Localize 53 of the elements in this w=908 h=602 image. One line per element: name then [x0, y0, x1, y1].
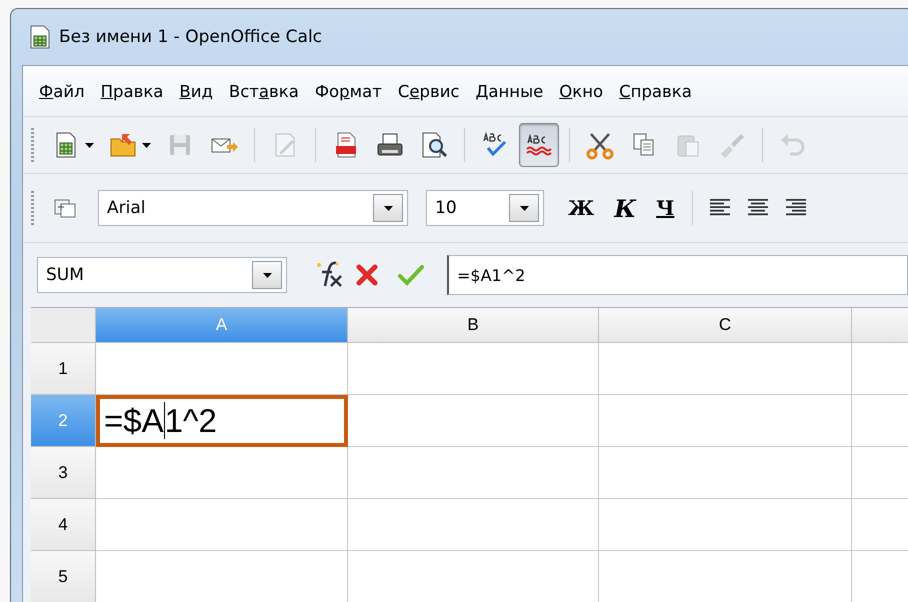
row-header[interactable]: 5 — [31, 551, 96, 602]
font-name-combobox[interactable]: Arial — [98, 190, 408, 226]
caret-icon — [262, 272, 272, 278]
align-left-icon — [709, 199, 732, 217]
select-all-corner[interactable] — [31, 308, 96, 343]
formula-input[interactable]: =$A1^2 — [447, 255, 908, 295]
spreadsheet-app-icon — [29, 25, 51, 49]
cell[interactable] — [348, 343, 599, 395]
italic-button[interactable]: К — [606, 194, 644, 222]
cell[interactable] — [96, 447, 348, 499]
cell[interactable] — [599, 447, 852, 499]
cell[interactable] — [96, 499, 348, 551]
cell[interactable] — [599, 343, 852, 395]
caret-icon — [520, 206, 528, 210]
dropdown-button[interactable] — [252, 261, 282, 289]
row-header[interactable]: 3 — [31, 447, 96, 499]
name-box[interactable]: SUM — [37, 257, 287, 293]
cell-text: =$A1^2 — [103, 402, 217, 440]
align-right-icon — [785, 199, 808, 217]
caret-icon — [85, 142, 94, 148]
active-cell[interactable]: =$A1^2 — [96, 395, 348, 447]
cancel-icon[interactable] — [355, 263, 379, 287]
dropdown-button[interactable] — [509, 194, 539, 222]
menu-item[interactable]: Вид — [173, 78, 219, 104]
menu-item[interactable]: Формат — [308, 78, 388, 104]
row-header[interactable]: 1 — [31, 343, 96, 395]
dropdown-button[interactable] — [373, 194, 403, 222]
cell[interactable] — [599, 499, 852, 551]
caret-icon — [384, 206, 392, 210]
menu-item[interactable]: Вставка — [222, 78, 305, 104]
cell[interactable] — [348, 395, 599, 447]
menu-item[interactable]: Данные — [470, 78, 550, 104]
align-center-icon — [747, 199, 770, 217]
underline-button[interactable]: Ч — [648, 196, 682, 220]
menu-item[interactable]: Окно — [553, 78, 610, 104]
column-header[interactable] — [852, 308, 908, 343]
accept-icon[interactable] — [397, 263, 425, 287]
row-header[interactable]: 4 — [31, 499, 96, 551]
toolbar-button[interactable] — [519, 123, 559, 167]
cell[interactable] — [348, 447, 599, 499]
cell[interactable] — [96, 343, 348, 395]
window-title: Без имени 1 - OpenOffice Calc — [59, 27, 322, 47]
menu-item[interactable]: Сервис — [392, 78, 466, 104]
menu-item[interactable]: Файл — [33, 78, 91, 104]
column-header[interactable]: B — [348, 308, 599, 343]
bold-button[interactable]: Ж — [560, 196, 602, 220]
menu-item[interactable]: Справка — [613, 78, 698, 104]
cell[interactable] — [599, 395, 852, 447]
menu-item[interactable]: Правка — [94, 78, 170, 104]
font-size-combobox[interactable]: 10 — [426, 190, 544, 226]
caret-icon — [142, 142, 151, 148]
cell[interactable] — [348, 499, 599, 551]
column-header[interactable]: C — [599, 308, 852, 343]
